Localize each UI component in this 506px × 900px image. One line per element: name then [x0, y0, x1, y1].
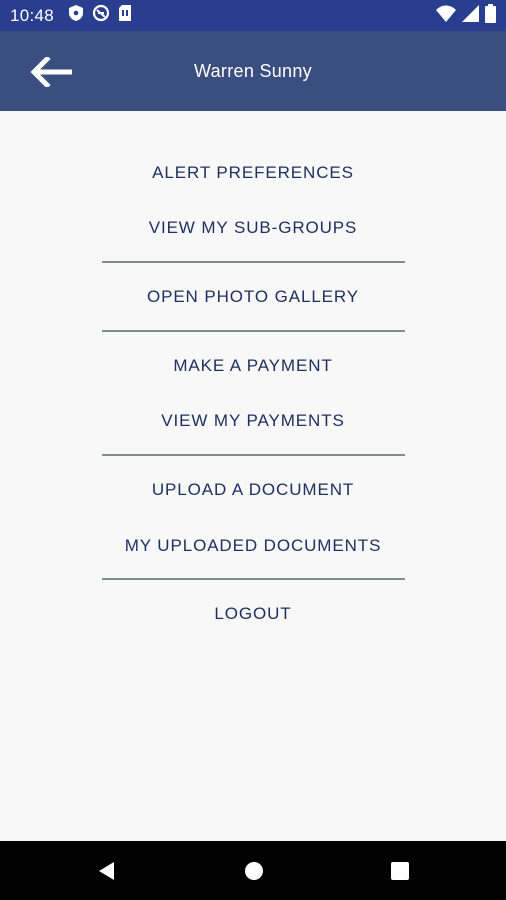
- status-time: 10:48: [10, 5, 55, 25]
- nav-recents-button[interactable]: [389, 860, 411, 882]
- wifi-icon: [436, 5, 456, 27]
- divider: [102, 578, 405, 580]
- status-icons-right: [436, 3, 496, 28]
- nav-back-button[interactable]: [96, 860, 118, 882]
- make-payment-button[interactable]: MAKE A PAYMENT: [0, 356, 506, 376]
- divider: [102, 454, 405, 456]
- status-bar: 10:48: [0, 0, 506, 31]
- page-title: Warren Sunny: [194, 60, 312, 81]
- navigation-bar: [0, 841, 506, 900]
- upload-document-button[interactable]: UPLOAD A DOCUMENT: [0, 480, 506, 500]
- open-photo-gallery-button[interactable]: OPEN PHOTO GALLERY: [0, 287, 506, 307]
- alert-preferences-button[interactable]: ALERT PREFERENCES: [0, 163, 506, 183]
- recents-square-icon: [391, 862, 409, 880]
- divider: [102, 261, 405, 263]
- view-payments-button[interactable]: VIEW MY PAYMENTS: [0, 411, 506, 431]
- menu-list: ALERT PREFERENCES VIEW MY SUB-GROUPS OPE…: [0, 111, 506, 841]
- nav-home-button[interactable]: [243, 860, 265, 882]
- battery-icon: [485, 3, 496, 28]
- uploaded-documents-button[interactable]: MY UPLOADED DOCUMENTS: [0, 536, 506, 556]
- back-triangle-icon: [99, 862, 114, 880]
- view-sub-groups-button[interactable]: VIEW MY SUB-GROUPS: [0, 218, 506, 238]
- status-icons-left: [68, 4, 132, 27]
- back-button[interactable]: [30, 55, 76, 89]
- shield-icon: [68, 4, 84, 27]
- divider: [102, 330, 405, 332]
- signal-icon: [462, 4, 479, 27]
- home-circle-icon: [245, 862, 263, 880]
- logout-button[interactable]: LOGOUT: [0, 604, 506, 624]
- do-not-disturb-icon: [92, 4, 110, 27]
- app-bar: Warren Sunny: [0, 31, 506, 111]
- sim-card-icon: [118, 4, 132, 27]
- back-arrow-icon: [30, 55, 72, 89]
